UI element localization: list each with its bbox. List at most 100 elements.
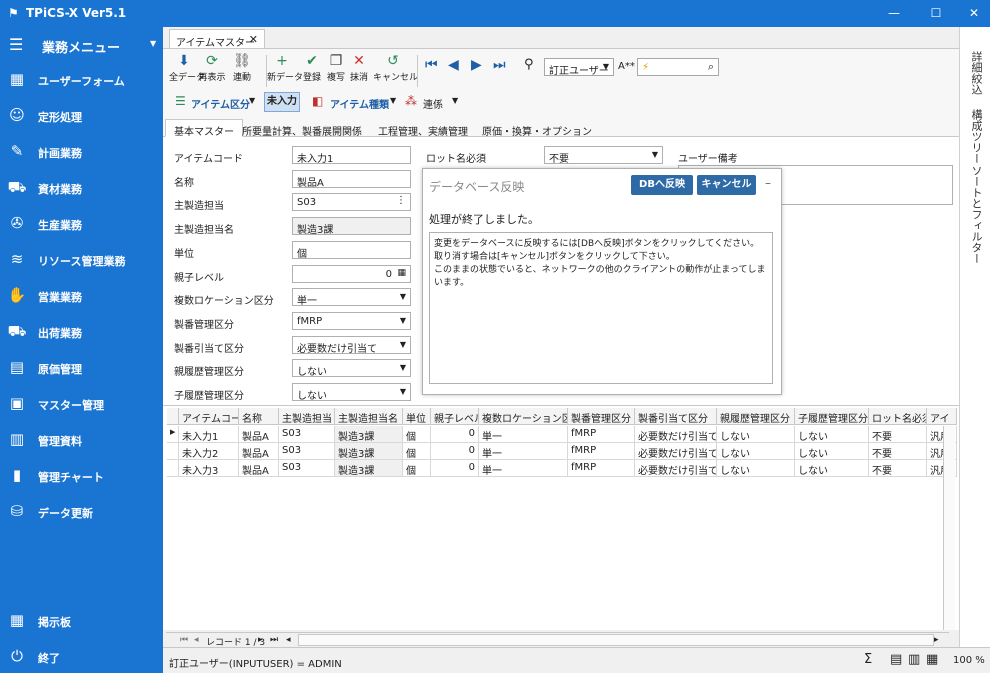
inner-tab[interactable]: 所要量計算、製番展開関係 (233, 119, 371, 138)
toolbar-button[interactable]: ↺ キャンセル (373, 53, 418, 83)
column-header[interactable]: 製番引当て区分 (635, 408, 717, 425)
table-cell[interactable]: 製品A (239, 426, 279, 443)
caret-down-icon[interactable]: ▼ (150, 39, 156, 48)
column-header[interactable]: 親子レベル (431, 408, 479, 425)
form-field[interactable]: しない ▼ (292, 359, 411, 378)
item-type-label[interactable]: アイテム種類 (330, 96, 389, 111)
table-cell[interactable]: fMRP (568, 460, 635, 477)
table-row[interactable]: ▶ 未入力1 製品A S03 製造3課個 0 単一 fMRP 必要数だけ引当て しない しない 不要汎… (163, 426, 957, 443)
pager-first-icon[interactable]: ⏮ (180, 635, 188, 645)
form-field[interactable]: しない ▼ (292, 383, 411, 402)
close-tab-icon[interactable]: ✕ (249, 33, 258, 46)
column-header[interactable]: アイテムコード (179, 408, 239, 425)
table-cell[interactable]: しない (795, 460, 869, 477)
table-cell[interactable]: しない (717, 443, 795, 460)
chevron-down-icon[interactable]: ▼ (390, 96, 396, 105)
sidebar-item[interactable]: ▮ 管理チャート (0, 461, 163, 491)
db-apply-button[interactable]: DBへ反映 (631, 175, 693, 195)
vertical-scrollbar[interactable] (943, 426, 955, 630)
next-record-icon[interactable]: ▶ (471, 57, 482, 73)
column-header[interactable]: 親履歴管理区分 (717, 408, 795, 425)
sidebar-item[interactable]: ▦ ユーザーフォーム (0, 65, 163, 95)
inner-tab[interactable]: 基本マスター (165, 119, 243, 138)
binoculars-icon[interactable]: ⚲ (524, 57, 534, 72)
maximize-button[interactable]: ☐ (922, 4, 950, 22)
chevron-down-icon[interactable]: ▼ (452, 96, 458, 105)
table-cell[interactable]: 個 (403, 443, 431, 460)
table-cell[interactable]: 0 (431, 426, 479, 443)
sidebar-item[interactable]: ⛟ 資材業務 (0, 173, 163, 203)
column-header[interactable]: アイ (927, 408, 957, 425)
table-cell[interactable]: 必要数だけ引当て (635, 426, 717, 443)
inner-tab[interactable]: 原価・換算・オプション (473, 119, 601, 138)
table-cell[interactable]: 製品A (239, 443, 279, 460)
column-header[interactable]: 主製造担当名 (335, 408, 403, 425)
table-cell[interactable]: しない (717, 426, 795, 443)
form-field[interactable]: 0 ▦ (292, 264, 411, 283)
sidebar-item[interactable]: ▣ マスター管理 (0, 389, 163, 419)
form-field[interactable]: fMRP ▼ (292, 311, 411, 330)
search-icon[interactable]: ⌕ (708, 60, 714, 74)
dialog-cancel-button[interactable]: キャンセル (697, 175, 756, 195)
sidebar-item[interactable]: ⏻ 終了 (0, 642, 163, 672)
table-cell[interactable]: しない (795, 443, 869, 460)
item-category-label[interactable]: アイテム区分 (191, 96, 250, 111)
sidebar-item[interactable]: ✇ 生産業務 (0, 209, 163, 239)
table-cell[interactable]: 不要 (869, 443, 927, 460)
tab-sort-filter[interactable]: ソートとフィルター (968, 165, 984, 264)
table-cell[interactable]: 必要数だけ引当て (635, 443, 717, 460)
document-tab-item-master[interactable]: アイテムマスター ✕ (169, 29, 265, 49)
form-field[interactable]: 単一 ▼ (292, 288, 411, 307)
sidebar-item[interactable]: ☺ 定形処理 (0, 101, 163, 131)
font-size-label[interactable]: A** (618, 61, 635, 72)
table-cell[interactable]: 単一 (479, 443, 568, 460)
column-header[interactable]: 製番管理区分 (568, 408, 635, 425)
column-header[interactable]: 主製造担当 (279, 408, 335, 425)
sum-icon[interactable]: Σ (864, 652, 872, 667)
table-cell[interactable]: 単一 (479, 426, 568, 443)
table-cell[interactable]: 個 (403, 426, 431, 443)
table-cell[interactable]: fMRP (568, 426, 635, 443)
grid-view-icon[interactable]: ▦ (926, 652, 938, 667)
hamburger-icon[interactable]: ☰ (9, 35, 23, 54)
toolbar-button[interactable]: ✕ 抹消 (344, 53, 374, 83)
table-cell[interactable]: 製品A (239, 460, 279, 477)
toolbar-button[interactable]: + 新データ (267, 53, 303, 83)
minimize-dialog-icon[interactable]: – (765, 176, 771, 190)
table-cell[interactable]: 製造3課 (335, 443, 403, 460)
table-cell[interactable]: 製造3課 (335, 460, 403, 477)
form-field[interactable]: 必要数だけ引当て ▼ (292, 335, 411, 355)
table-cell[interactable]: S03 (279, 426, 335, 443)
pager-end-icon[interactable]: ◂ (286, 635, 291, 645)
more-icon[interactable]: ⋮ (396, 195, 406, 206)
table-cell[interactable]: 個 (403, 460, 431, 477)
tab-structure-tree[interactable]: 構成ツリー (968, 109, 984, 164)
toolbar-button[interactable]: ⬇ 全データ (169, 53, 205, 83)
pager-last-icon[interactable]: ⏭ (270, 635, 278, 645)
last-record-icon[interactable]: ⏭ (493, 57, 506, 73)
prev-record-icon[interactable]: ◀ (448, 57, 459, 73)
form-view-icon[interactable]: ▤ (890, 652, 902, 667)
table-cell[interactable]: S03 (279, 460, 335, 477)
table-cell[interactable]: 未入力3 (179, 460, 239, 477)
table-row[interactable]: 未入力3 製品A S03 製造3課個 0 単一 fMRP 必要数だけ引当て しない しない 不要 汎用 (163, 460, 957, 477)
table-cell[interactable]: 0 (431, 443, 479, 460)
status-chip[interactable]: 未入力 (264, 92, 300, 112)
table-cell[interactable]: しない (795, 426, 869, 443)
tab-detail-filter[interactable]: 詳細絞込 (968, 51, 984, 95)
table-cell[interactable]: fMRP (568, 443, 635, 460)
form-field[interactable]: 製品A (292, 169, 411, 189)
table-cell[interactable]: 未入力1 (179, 426, 239, 443)
pager-prev-icon[interactable]: ◂ (194, 635, 199, 645)
sidebar-item[interactable]: ✎ 計画業務 (0, 137, 163, 167)
column-header[interactable]: 名称 (239, 408, 279, 425)
table-cell[interactable]: S03 (279, 443, 335, 460)
minimize-button[interactable]: — (880, 4, 908, 22)
link-label[interactable]: 連係 (423, 96, 443, 111)
table-cell[interactable]: 0 (431, 460, 479, 477)
table-cell[interactable]: 製造3課 (335, 426, 403, 443)
lot-required-select[interactable]: 不要 ▼ (544, 146, 663, 165)
form-field[interactable]: 未入力1 (292, 146, 411, 165)
first-record-icon[interactable]: ⏮ (425, 57, 438, 73)
sidebar-item[interactable]: ▤ 原価管理 (0, 353, 163, 383)
